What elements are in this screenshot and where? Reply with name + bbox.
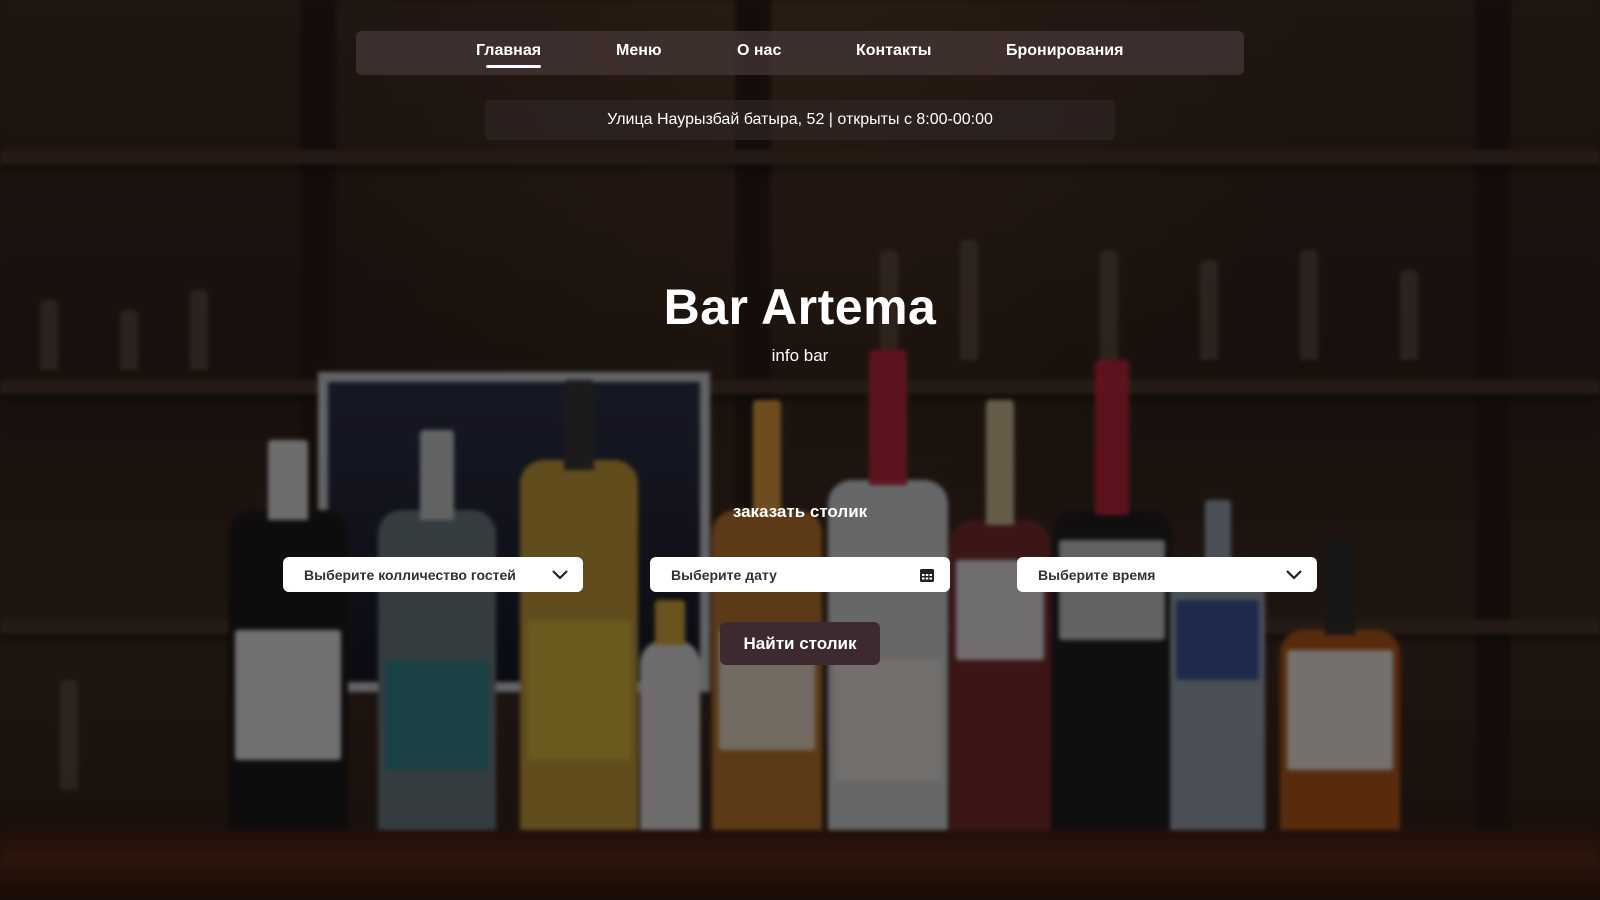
chevron-down-icon [1285, 566, 1303, 584]
date-picker-label: Выберите дату [671, 566, 777, 583]
find-table-button[interactable]: Найти столик [720, 622, 880, 665]
page-title: Bar Artema [663, 279, 937, 335]
time-select[interactable]: Выберите время [1017, 557, 1317, 592]
address-hours-bar: Улица Наурызбай батыра, 52 | открыты с 8… [485, 100, 1115, 140]
nav-item-menu[interactable]: Меню [616, 42, 662, 60]
date-picker[interactable]: Выберите дату [650, 557, 950, 592]
time-select-label: Выберите время [1038, 566, 1156, 583]
nav-item-home[interactable]: Главная [476, 42, 542, 68]
page-subtitle: info bar [771, 346, 829, 365]
guests-select-label: Выберите колличество гостей [304, 566, 516, 583]
chevron-down-icon [551, 566, 569, 584]
calendar-icon [918, 566, 936, 584]
main-nav: Главная Меню О нас Контакты Бронирования [356, 31, 1244, 75]
guests-select[interactable]: Выберите колличество гостей [283, 557, 583, 592]
nav-item-about[interactable]: О нас [737, 42, 781, 60]
nav-item-contacts[interactable]: Контакты [856, 42, 931, 60]
nav-item-bookings[interactable]: Бронирования [1006, 42, 1123, 60]
booking-title: заказать столик [732, 502, 868, 521]
